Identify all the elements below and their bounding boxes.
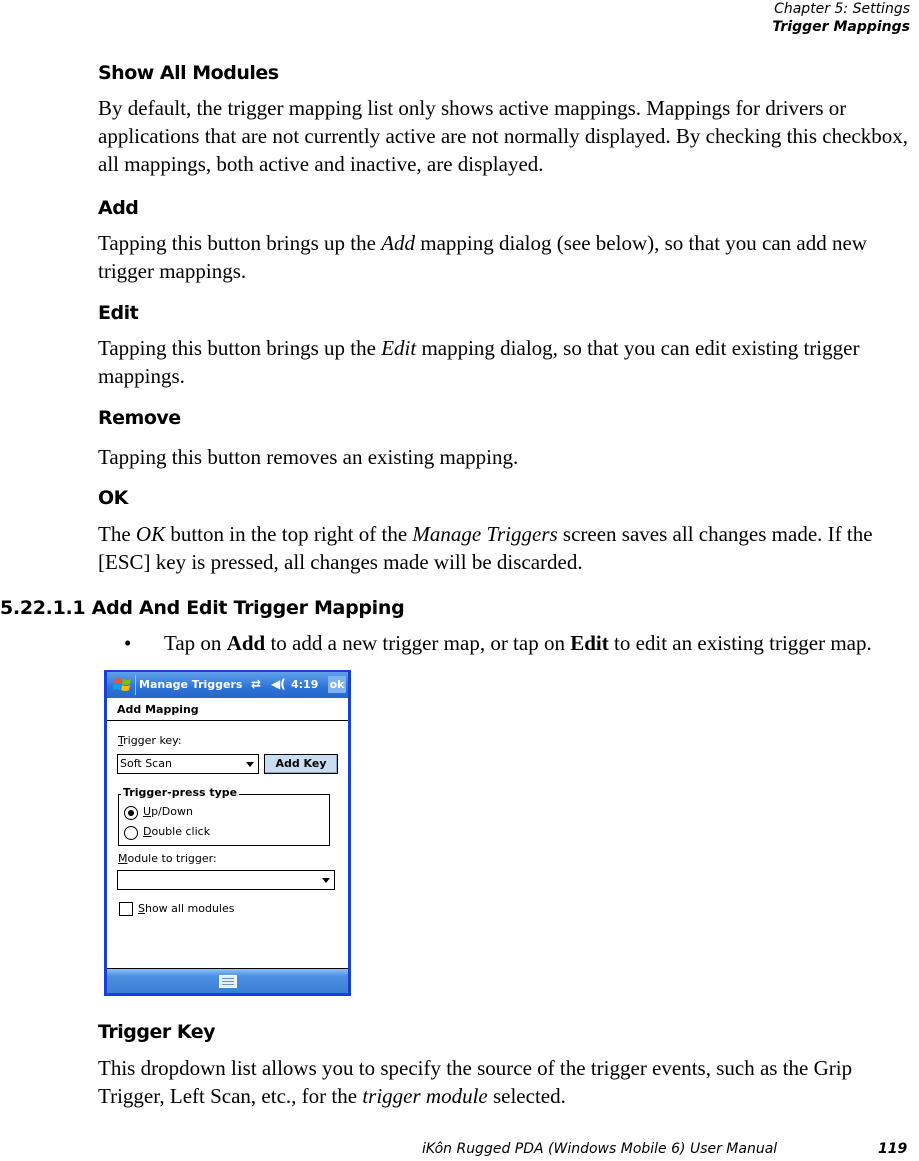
bullet-symbol: • (124, 631, 132, 655)
running-header: Chapter 5: Settings Trigger Mappings (610, 0, 910, 40)
strong: Add (226, 631, 266, 655)
paragraph-ok: The OK button in the top right of the Ma… (98, 520, 918, 576)
heading-edit: Edit (98, 302, 139, 324)
text: Tapping this button brings up the (98, 336, 382, 360)
paragraph-add: Tapping this button brings up the Add ma… (98, 229, 918, 285)
radio-up-down[interactable] (124, 806, 138, 820)
strong: Edit (570, 631, 609, 655)
heading-ok: OK (98, 487, 128, 509)
emphasis: Manage Triggers (412, 522, 558, 546)
text: Tap on (164, 631, 227, 655)
emphasis: trigger module (362, 1084, 488, 1108)
clock-time[interactable]: 4:19 (291, 678, 318, 691)
text: selected. (487, 1084, 566, 1108)
radio-double-click[interactable] (124, 826, 138, 840)
label-text: rigger key: (123, 734, 182, 747)
text: to add a new trigger map, or tap on (265, 631, 571, 655)
heading-show-all-modules: Show All Modules (98, 62, 279, 84)
page-number: 119 (878, 1141, 908, 1157)
emphasis: OK (135, 522, 166, 546)
paragraph-trigger-key: This dropdown list allows you to specify… (98, 1054, 918, 1110)
subsection-heading: 5.22.1.1 Add And Edit Trigger Mapping (0, 597, 405, 619)
title-bar: Manage Triggers ⇄ ◀︎( 4:19 ok (107, 672, 348, 698)
show-all-modules-label[interactable]: Show all modules (138, 902, 234, 915)
paragraph-show-all-modules: By default, the trigger mapping list onl… (98, 96, 908, 176)
dropdown-value: Soft Scan (120, 757, 172, 770)
show-all-modules-checkbox[interactable] (119, 902, 133, 916)
paragraph-edit: Tapping this button brings up the Edit m… (98, 334, 918, 390)
radio-double-click-label[interactable]: Double click (143, 825, 210, 838)
text: Tapping this button brings up the (98, 231, 382, 255)
window-title: Manage Triggers (139, 678, 243, 691)
chapter-title: Chapter 5: Settings (774, 1, 910, 17)
chevron-down-icon (322, 878, 330, 883)
sync-arrows-icon[interactable]: ⇄ (251, 677, 261, 691)
manual-title: iKôn Rugged PDA (Windows Mobile 6) User … (422, 1141, 778, 1157)
radio-up-down-label[interactable]: Up/Down (143, 805, 193, 818)
label-text: p/Down (151, 805, 193, 818)
module-to-trigger-dropdown[interactable] (117, 870, 335, 890)
speaker-icon[interactable]: ◀︎( (271, 677, 286, 691)
text: button in the top right of the (165, 522, 413, 546)
windows-flag-icon[interactable] (113, 675, 133, 695)
trigger-key-dropdown[interactable]: Soft Scan (117, 754, 259, 774)
module-to-trigger-label: Module to trigger: (118, 852, 217, 865)
keyboard-icon[interactable] (219, 975, 237, 988)
section-title: Trigger Mappings (772, 19, 910, 35)
text: to edit an existing trigger map. (608, 631, 872, 655)
add-key-button[interactable]: Add Key (264, 754, 338, 774)
group-title: Trigger-press type (121, 786, 240, 799)
label-text: how all modules (144, 902, 235, 915)
trigger-key-label: Trigger key: (118, 734, 182, 747)
heading-trigger-key: Trigger Key (98, 1021, 216, 1043)
heading-add: Add (98, 197, 139, 219)
label-text: ouble click (151, 825, 211, 838)
title-separator (135, 675, 136, 695)
emphasis: Add (381, 231, 416, 255)
paragraph-remove: Tapping this button removes an existing … (98, 445, 519, 469)
emphasis: Edit (381, 336, 417, 360)
accelerator: U (143, 805, 152, 818)
trigger-press-type-group (118, 794, 330, 846)
ok-button[interactable]: ok (328, 676, 346, 693)
chevron-down-icon (246, 762, 254, 767)
device-screenshot: Manage Triggers ⇄ ◀︎( 4:19 ok Add Mappin… (104, 670, 351, 996)
accelerator: M (118, 852, 128, 865)
heading-remove: Remove (98, 407, 181, 429)
soft-input-bar (107, 968, 348, 993)
bullet-text: Tap on Add to add a new trigger map, or … (164, 631, 872, 656)
accelerator: S (138, 902, 145, 915)
text: The (98, 522, 136, 546)
dialog-header: Add Mapping (107, 698, 348, 721)
device-screen: Manage Triggers ⇄ ◀︎( 4:19 ok Add Mappin… (107, 672, 348, 993)
dialog-title: Add Mapping (117, 703, 199, 716)
label-text: odule to trigger: (127, 852, 217, 865)
bullet-item: • Tap on Add to add a new trigger map, o… (124, 631, 914, 659)
